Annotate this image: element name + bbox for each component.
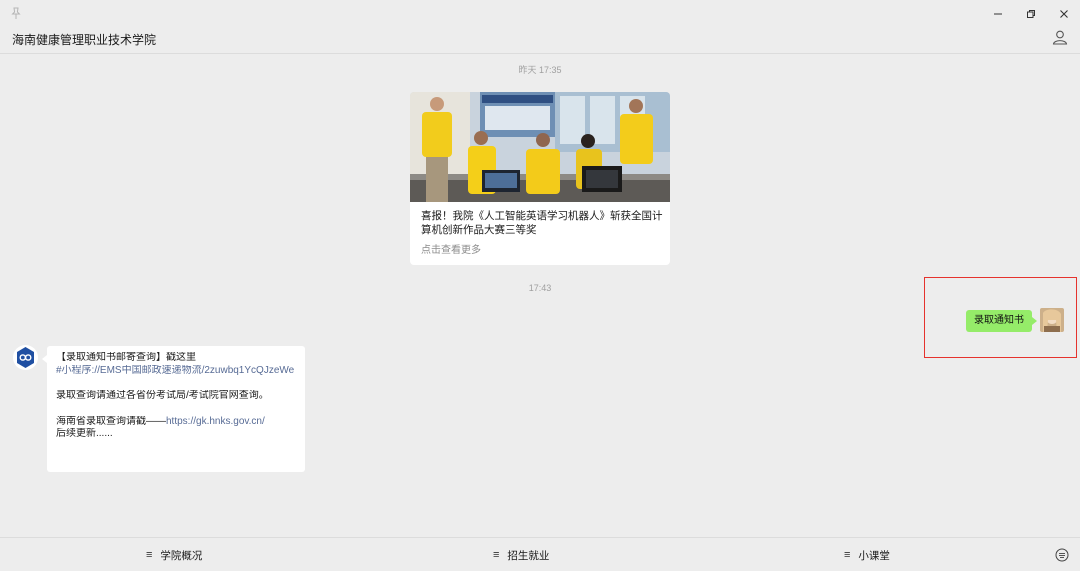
message-text: 海南省录取查询请戳—— — [56, 415, 166, 427]
menu-item-mini-class[interactable]: ≡ 小课堂 — [844, 538, 890, 571]
message-line: 录取查询请通过各省份考试局/考试院官网查询。 — [56, 390, 269, 401]
title-bar: 海南健康管理职业技术学院 — [0, 0, 1080, 54]
chat-title: 海南健康管理职业技术学院 — [12, 33, 157, 47]
received-message-bubble: 【录取通知书邮寄查询】戳这里 #小程序://EMS中国邮政速递物流/2zuwbq… — [42, 346, 305, 472]
menu-item-label: 小课堂 — [858, 549, 890, 562]
admission-query-link[interactable]: https://gk.hnks.gov.cn/ — [166, 416, 265, 427]
avatar[interactable] — [13, 345, 38, 370]
menu-item-label: 招生就业 — [507, 549, 550, 562]
minimize-icon[interactable] — [989, 5, 1007, 23]
article-photo — [410, 92, 670, 202]
article-title: 喜报！我院《人工智能英语学习机器人》斩获全国计算机创新作品大赛三等奖 — [421, 210, 663, 236]
menu-icon: ≡ — [844, 549, 851, 561]
mini-program-link[interactable]: #小程序://EMS中国邮政速递物流/2zuwbq1YcQJzeWe — [56, 365, 296, 378]
menu-icon: ≡ — [493, 549, 500, 561]
message-line: 【录取通知书邮寄查询】戳这里 — [56, 352, 196, 363]
article-card[interactable]: 喜报！我院《人工智能英语学习机器人》斩获全国计算机创新作品大赛三等奖 点击查看更… — [410, 92, 670, 265]
restore-icon[interactable] — [1022, 5, 1040, 23]
pin-icon[interactable] — [9, 6, 23, 20]
menu-item-college-overview[interactable]: ≡ 学院概况 — [146, 538, 202, 571]
message-timestamp: 17:43 — [528, 283, 552, 293]
message-line: 海南省录取查询请戳——https://gk.hnks.gov.cn/ — [56, 416, 296, 429]
bottom-menu-bar: ≡ 学院概况 ≡ 招生就业 ≡ 小课堂 — [0, 537, 1080, 571]
menu-item-label: 学院概况 — [160, 549, 203, 562]
article-more-link[interactable]: 点击查看更多 — [421, 241, 481, 256]
keyboard-icon[interactable] — [1055, 548, 1069, 562]
avatar[interactable] — [1040, 308, 1064, 332]
message-line: 后续更新...... — [56, 428, 113, 439]
menu-icon: ≡ — [146, 549, 153, 561]
sent-message-bubble[interactable]: 录取通知书 — [966, 310, 1037, 332]
menu-item-admissions[interactable]: ≡ 招生就业 — [493, 538, 549, 571]
message-timestamp: 昨天 17:35 — [518, 65, 562, 75]
person-icon[interactable] — [1052, 29, 1068, 45]
close-icon[interactable] — [1055, 5, 1073, 23]
